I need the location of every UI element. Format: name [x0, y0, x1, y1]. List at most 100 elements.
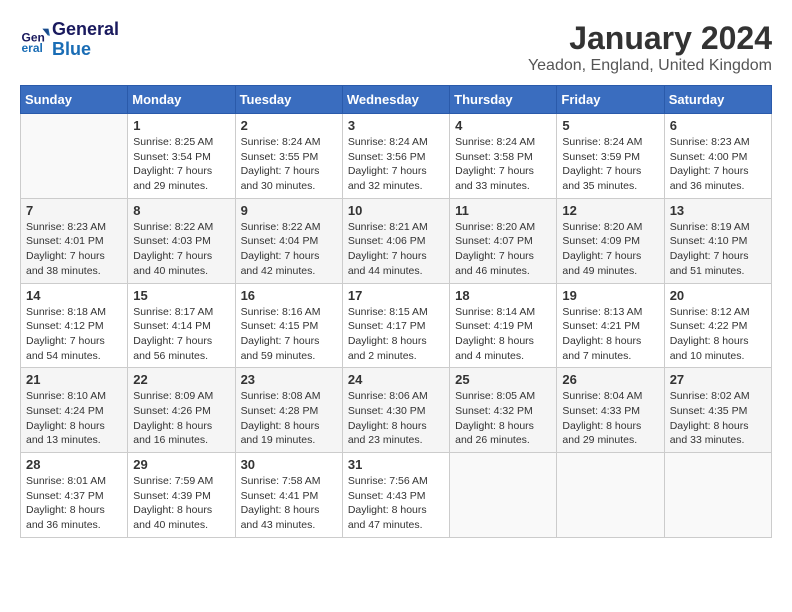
calendar-cell: 9Sunrise: 8:22 AMSunset: 4:04 PMDaylight…: [235, 198, 342, 283]
day-info: Sunrise: 8:17 AMSunset: 4:14 PMDaylight:…: [133, 305, 229, 364]
calendar-cell: 26 Sunrise: 8:04 AMSunset: 4:33 PMDayligh…: [557, 368, 664, 453]
calendar-header-sunday: Sunday: [21, 86, 128, 114]
day-number: 24: [348, 372, 444, 387]
logo-text-line1: General: [52, 20, 119, 40]
calendar-cell: 21 Sunrise: 8:10 AMSunset: 4:24 PMDayligh…: [21, 368, 128, 453]
day-number: 12: [562, 203, 658, 218]
calendar-header-friday: Friday: [557, 86, 664, 114]
day-info: Sunrise: 7:59 AMSunset: 4:39 PMDaylight:…: [133, 474, 229, 533]
calendar-week-5: 28Sunrise: 8:01 AMSunset: 4:37 PMDayligh…: [21, 453, 772, 538]
day-number: 14: [26, 288, 122, 303]
day-number: 2: [241, 118, 337, 133]
calendar-week-4: 21 Sunrise: 8:10 AMSunset: 4:24 PMDayligh…: [21, 368, 772, 453]
day-number: 26: [562, 372, 658, 387]
calendar-cell: 4 Sunrise: 8:24 AMSunset: 3:58 PMDaylight…: [450, 114, 557, 199]
day-info: Sunrise: 8:19 AMSunset: 4:10 PMDaylight:…: [670, 220, 766, 279]
day-number: 18: [455, 288, 551, 303]
day-info: Sunrise: 8:09 AMSunset: 4:26 PMDaylight:…: [133, 389, 229, 448]
day-info: Sunrise: 8:20 AMSunset: 4:07 PMDaylight:…: [455, 220, 551, 279]
day-number: 22: [133, 372, 229, 387]
day-info: Sunrise: 7:58 AMSunset: 4:41 PMDaylight:…: [241, 474, 337, 533]
header: Gen eral General Blue January 2024 Yeado…: [20, 20, 772, 75]
calendar-cell: 10Sunrise: 8:21 AMSunset: 4:06 PMDayligh…: [342, 198, 449, 283]
calendar-cell: 30 Sunrise: 7:58 AMSunset: 4:41 PMDayligh…: [235, 453, 342, 538]
day-info: Sunrise: 8:24 AMSunset: 3:59 PMDaylight:…: [562, 135, 658, 194]
calendar-cell: 2 Sunrise: 8:24 AMSunset: 3:55 PMDaylight…: [235, 114, 342, 199]
day-info: Sunrise: 8:14 AMSunset: 4:19 PMDaylight:…: [455, 305, 551, 364]
calendar-week-1: 1 Sunrise: 8:25 AMSunset: 3:54 PMDaylight…: [21, 114, 772, 199]
day-info: Sunrise: 8:25 AMSunset: 3:54 PMDaylight:…: [133, 135, 229, 194]
calendar-cell: [450, 453, 557, 538]
calendar-cell: 14 Sunrise: 8:18 AMSunset: 4:12 PMDayligh…: [21, 283, 128, 368]
day-number: 11: [455, 203, 551, 218]
calendar-cell: 16 Sunrise: 8:16 AMSunset: 4:15 PMDayligh…: [235, 283, 342, 368]
calendar-cell: 6Sunrise: 8:23 AMSunset: 4:00 PMDaylight…: [664, 114, 771, 199]
calendar-header-row: SundayMondayTuesdayWednesdayThursdayFrid…: [21, 86, 772, 114]
day-number: 3: [348, 118, 444, 133]
day-info: Sunrise: 8:12 AMSunset: 4:22 PMDaylight:…: [670, 305, 766, 364]
calendar-cell: 8 Sunrise: 8:22 AMSunset: 4:03 PMDaylight…: [128, 198, 235, 283]
day-info: Sunrise: 8:24 AMSunset: 3:56 PMDaylight:…: [348, 135, 444, 194]
day-number: 21: [26, 372, 122, 387]
day-number: 28: [26, 457, 122, 472]
day-info: Sunrise: 8:13 AMSunset: 4:21 PMDaylight:…: [562, 305, 658, 364]
day-info: Sunrise: 8:05 AMSunset: 4:32 PMDaylight:…: [455, 389, 551, 448]
day-number: 29: [133, 457, 229, 472]
calendar-cell: 15 Sunrise: 8:17 AMSunset: 4:14 PMDayligh…: [128, 283, 235, 368]
main-title: January 2024: [528, 20, 772, 57]
calendar-cell: 17 Sunrise: 8:15 AMSunset: 4:17 PMDayligh…: [342, 283, 449, 368]
day-info: Sunrise: 8:04 AMSunset: 4:33 PMDaylight:…: [562, 389, 658, 448]
day-info: Sunrise: 8:23 AMSunset: 4:01 PMDaylight:…: [26, 220, 122, 279]
day-number: 7: [26, 203, 122, 218]
calendar-table: SundayMondayTuesdayWednesdayThursdayFrid…: [20, 85, 772, 538]
calendar-header-thursday: Thursday: [450, 86, 557, 114]
day-info: Sunrise: 8:23 AMSunset: 4:00 PMDaylight:…: [670, 135, 766, 194]
calendar-cell: 13Sunrise: 8:19 AMSunset: 4:10 PMDayligh…: [664, 198, 771, 283]
calendar-cell: [557, 453, 664, 538]
calendar-cell: 25Sunrise: 8:05 AMSunset: 4:32 PMDayligh…: [450, 368, 557, 453]
calendar-cell: [21, 114, 128, 199]
day-number: 31: [348, 457, 444, 472]
calendar-cell: 1 Sunrise: 8:25 AMSunset: 3:54 PMDaylight…: [128, 114, 235, 199]
calendar-cell: 28Sunrise: 8:01 AMSunset: 4:37 PMDayligh…: [21, 453, 128, 538]
day-info: Sunrise: 8:22 AMSunset: 4:04 PMDaylight:…: [241, 220, 337, 279]
day-number: 27: [670, 372, 766, 387]
calendar-cell: 24 Sunrise: 8:06 AMSunset: 4:30 PMDayligh…: [342, 368, 449, 453]
logo: Gen eral General Blue: [20, 20, 119, 60]
calendar-cell: 20Sunrise: 8:12 AMSunset: 4:22 PMDayligh…: [664, 283, 771, 368]
day-number: 30: [241, 457, 337, 472]
day-number: 8: [133, 203, 229, 218]
calendar-header-monday: Monday: [128, 86, 235, 114]
day-number: 5: [562, 118, 658, 133]
day-number: 15: [133, 288, 229, 303]
calendar-cell: 7 Sunrise: 8:23 AMSunset: 4:01 PMDaylight…: [21, 198, 128, 283]
title-area: January 2024 Yeadon, England, United Kin…: [528, 20, 772, 75]
calendar-cell: 5 Sunrise: 8:24 AMSunset: 3:59 PMDaylight…: [557, 114, 664, 199]
calendar-week-3: 14 Sunrise: 8:18 AMSunset: 4:12 PMDayligh…: [21, 283, 772, 368]
day-info: Sunrise: 8:21 AMSunset: 4:06 PMDaylight:…: [348, 220, 444, 279]
day-info: Sunrise: 8:22 AMSunset: 4:03 PMDaylight:…: [133, 220, 229, 279]
day-info: Sunrise: 8:08 AMSunset: 4:28 PMDaylight:…: [241, 389, 337, 448]
day-info: Sunrise: 8:24 AMSunset: 3:58 PMDaylight:…: [455, 135, 551, 194]
calendar-cell: 11 Sunrise: 8:20 AMSunset: 4:07 PMDayligh…: [450, 198, 557, 283]
day-info: Sunrise: 8:10 AMSunset: 4:24 PMDaylight:…: [26, 389, 122, 448]
day-info: Sunrise: 8:02 AMSunset: 4:35 PMDaylight:…: [670, 389, 766, 448]
day-number: 4: [455, 118, 551, 133]
calendar-cell: 18 Sunrise: 8:14 AMSunset: 4:19 PMDayligh…: [450, 283, 557, 368]
day-info: Sunrise: 7:56 AMSunset: 4:43 PMDaylight:…: [348, 474, 444, 533]
day-info: Sunrise: 8:06 AMSunset: 4:30 PMDaylight:…: [348, 389, 444, 448]
calendar-cell: 27 Sunrise: 8:02 AMSunset: 4:35 PMDayligh…: [664, 368, 771, 453]
calendar-header-saturday: Saturday: [664, 86, 771, 114]
calendar-header-wednesday: Wednesday: [342, 86, 449, 114]
calendar-cell: 3 Sunrise: 8:24 AMSunset: 3:56 PMDaylight…: [342, 114, 449, 199]
calendar-cell: 31 Sunrise: 7:56 AMSunset: 4:43 PMDayligh…: [342, 453, 449, 538]
day-info: Sunrise: 8:18 AMSunset: 4:12 PMDaylight:…: [26, 305, 122, 364]
day-info: Sunrise: 8:24 AMSunset: 3:55 PMDaylight:…: [241, 135, 337, 194]
calendar-cell: 12Sunrise: 8:20 AMSunset: 4:09 PMDayligh…: [557, 198, 664, 283]
day-info: Sunrise: 8:15 AMSunset: 4:17 PMDaylight:…: [348, 305, 444, 364]
day-info: Sunrise: 8:16 AMSunset: 4:15 PMDaylight:…: [241, 305, 337, 364]
day-number: 17: [348, 288, 444, 303]
day-number: 16: [241, 288, 337, 303]
day-number: 1: [133, 118, 229, 133]
day-number: 19: [562, 288, 658, 303]
